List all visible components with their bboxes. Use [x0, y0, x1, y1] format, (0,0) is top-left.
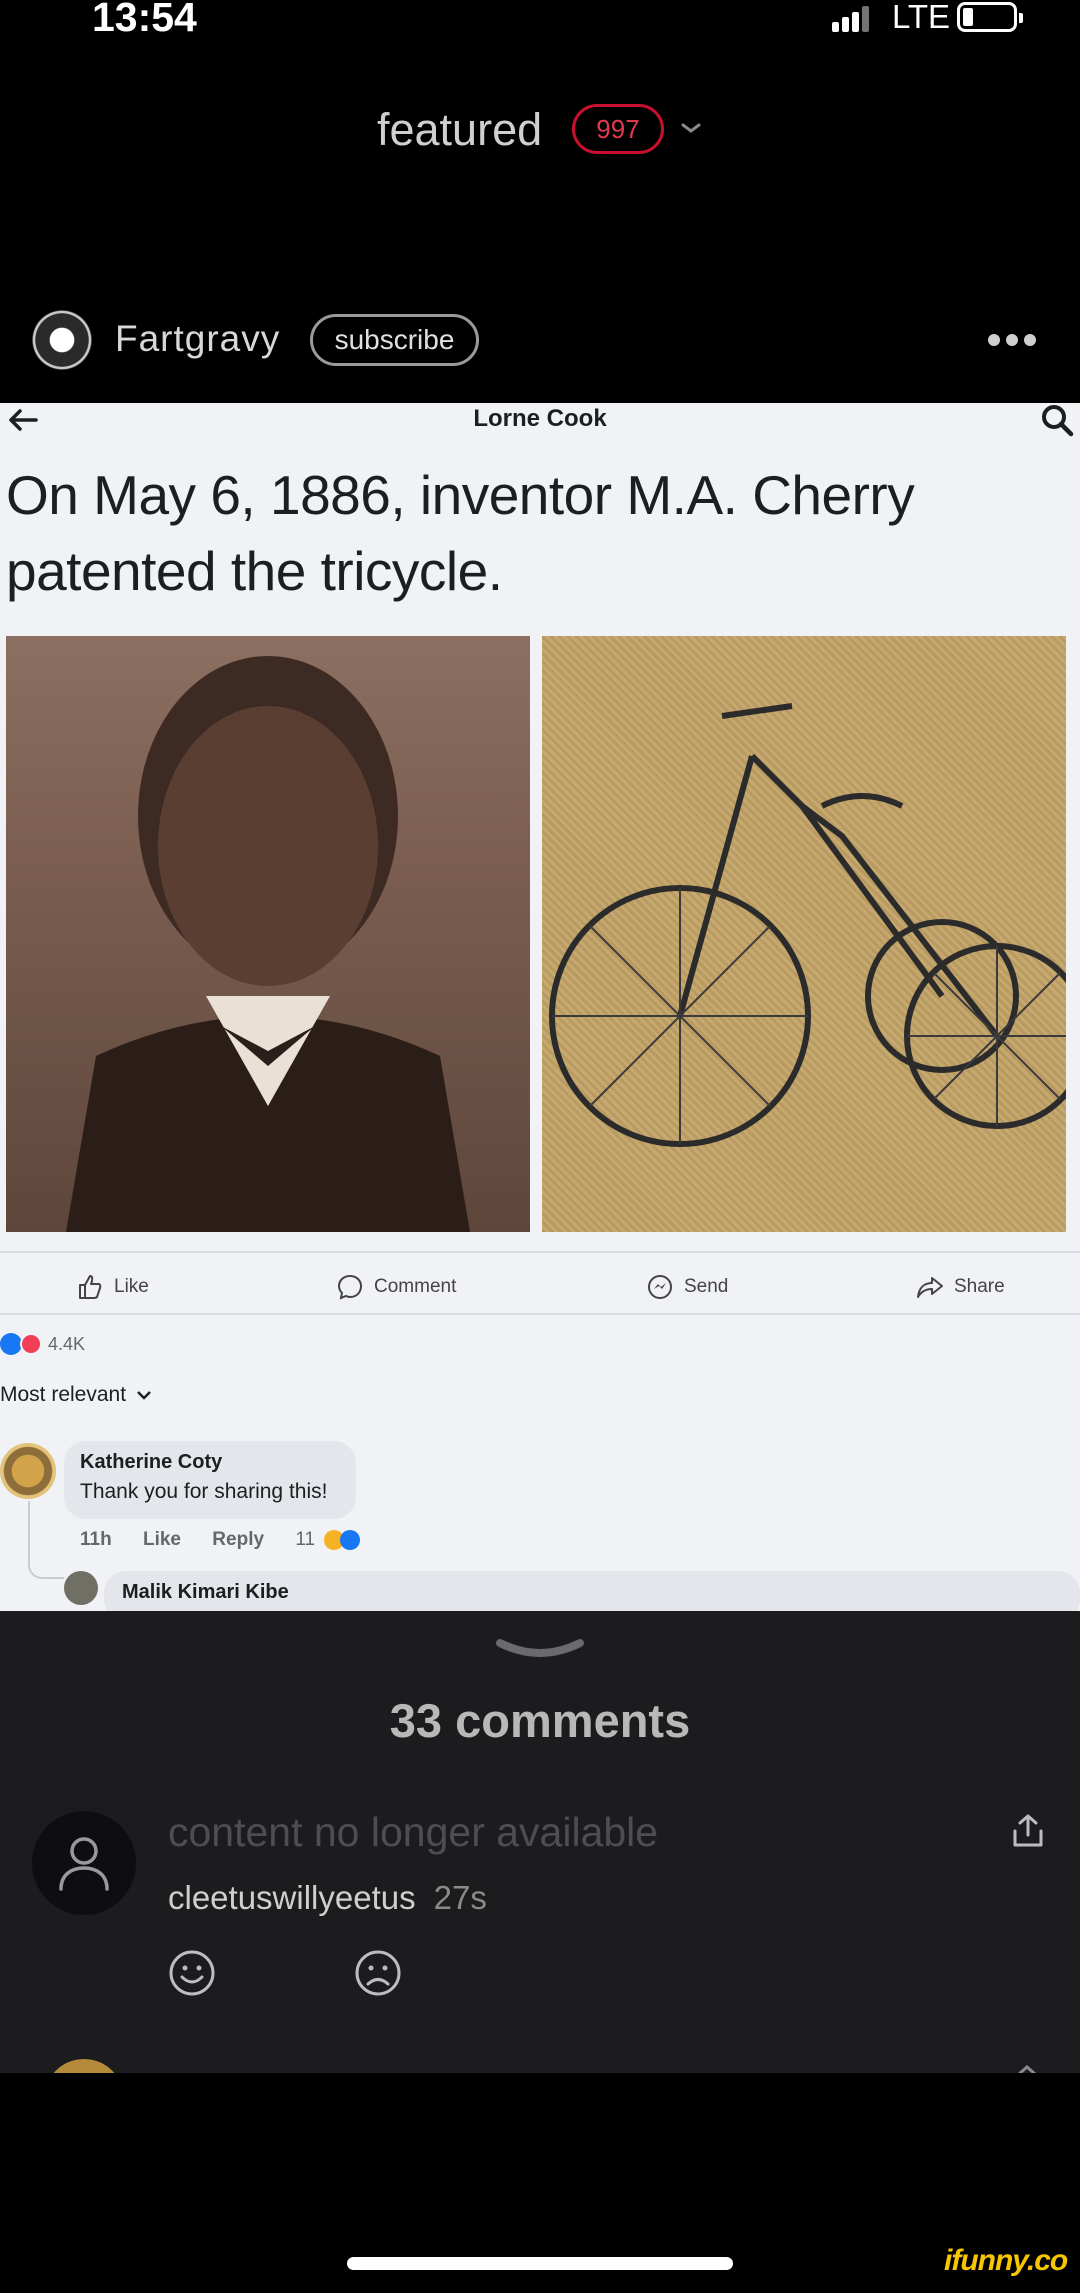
commenter-avatar[interactable]	[32, 1811, 136, 1915]
post-image[interactable]: Lorne Cook On May 6, 1886, inventor M.A.…	[0, 403, 1080, 1611]
share-icon[interactable]	[1012, 1813, 1044, 1849]
status-time: 13:54	[92, 0, 197, 40]
thumbs-up-icon	[79, 1275, 102, 1299]
fb-comment-label: Comment	[374, 1276, 457, 1297]
comment-username[interactable]: cleetuswillyeetus	[168, 1879, 416, 1916]
fb-comment-time: 11h	[80, 1529, 112, 1550]
comment-meta: cleetuswillyeetus 27s	[168, 1879, 487, 1917]
fb-reaction-count: 4.4K	[48, 1333, 86, 1354]
fb-commenter-avatar	[0, 1443, 56, 1499]
share-arrow-icon	[917, 1277, 943, 1298]
fb-comment-text: Thank you for sharing this!	[80, 1480, 328, 1503]
network-label: LTE	[892, 0, 951, 35]
comment-time: 27s	[433, 1879, 487, 1916]
chevron-down-icon	[681, 123, 701, 133]
fb-sort-label: Most relevant	[0, 1383, 127, 1406]
fb-comment-reaction-count: 11	[295, 1529, 316, 1550]
portrait-photo	[6, 636, 530, 1232]
thread-line	[28, 1501, 64, 1579]
fb-reply-author: Malik Kimari Kibe	[122, 1581, 289, 1603]
tricycle-photo	[542, 636, 1066, 1232]
fb-like-button[interactable]: Like	[76, 1269, 149, 1305]
chevron-up-icon	[1018, 2065, 1036, 2073]
fb-post-text: On May 6, 1886, inventor M.A. Cherry pat…	[6, 464, 915, 602]
fb-send-button[interactable]: Send	[646, 1269, 728, 1305]
feed-label: featured	[377, 104, 543, 155]
battery-icon	[957, 2, 1023, 32]
like-reaction-icon	[0, 1333, 22, 1355]
fb-comment-button[interactable]: Comment	[336, 1269, 456, 1305]
divider	[0, 1313, 1080, 1315]
like-reaction-icon	[340, 1529, 361, 1550]
more-options-icon[interactable]	[988, 334, 1036, 346]
chevron-down-icon	[137, 1391, 151, 1400]
subscribe-button[interactable]: subscribe	[310, 314, 479, 366]
comment-icon	[337, 1274, 363, 1300]
ifunny-watermark: ifunny.co	[944, 2244, 1068, 2277]
author-name[interactable]: Fartgravy	[115, 318, 280, 360]
fb-sort-dropdown[interactable]: Most relevant	[0, 1383, 152, 1407]
fb-comment-like: Like	[142, 1529, 182, 1550]
fb-send-label: Send	[684, 1276, 729, 1297]
feed-count-badge: 997	[572, 104, 664, 154]
user-icon	[59, 1837, 109, 1891]
fb-share-label: Share	[954, 1276, 1005, 1297]
fb-reactions[interactable]: 4.4K	[0, 1329, 85, 1359]
author-avatar[interactable]	[32, 310, 92, 370]
collapse-handle-icon[interactable]	[494, 1635, 586, 1665]
fb-comment-author: Katherine Coty	[80, 1451, 223, 1473]
messenger-icon	[648, 1275, 672, 1299]
fb-page-name: Lorne Cook	[473, 405, 607, 432]
home-indicator[interactable]	[347, 2257, 733, 2270]
comments-panel: 33 comments content no longer available …	[0, 1611, 1080, 2073]
author-row: Fartgravy subscribe	[0, 310, 1080, 372]
fb-action-bar: Like Comment Send Share	[0, 1269, 1080, 1305]
fb-like-label: Like	[114, 1276, 149, 1297]
smile-icon[interactable]	[168, 1949, 216, 1997]
frown-icon[interactable]	[354, 1949, 402, 1997]
fb-reply-avatar	[64, 1571, 98, 1605]
love-reaction-icon	[20, 1333, 42, 1355]
next-commenter-avatar	[44, 2059, 124, 2073]
fb-share-button[interactable]: Share	[916, 1269, 1005, 1305]
fb-comment-meta: 11h Like Reply 11	[80, 1529, 386, 1551]
comment-text: content no longer available	[168, 1809, 659, 1855]
fb-comment-reply: Reply	[212, 1529, 265, 1550]
status-bar: 13:54 LTE	[0, 0, 1080, 40]
signal-icon	[832, 6, 872, 32]
search-icon	[1042, 405, 1074, 437]
feed-selector[interactable]: featured 997	[0, 100, 1080, 162]
comments-count: 33 comments	[389, 1694, 691, 1747]
divider	[0, 1251, 1080, 1253]
